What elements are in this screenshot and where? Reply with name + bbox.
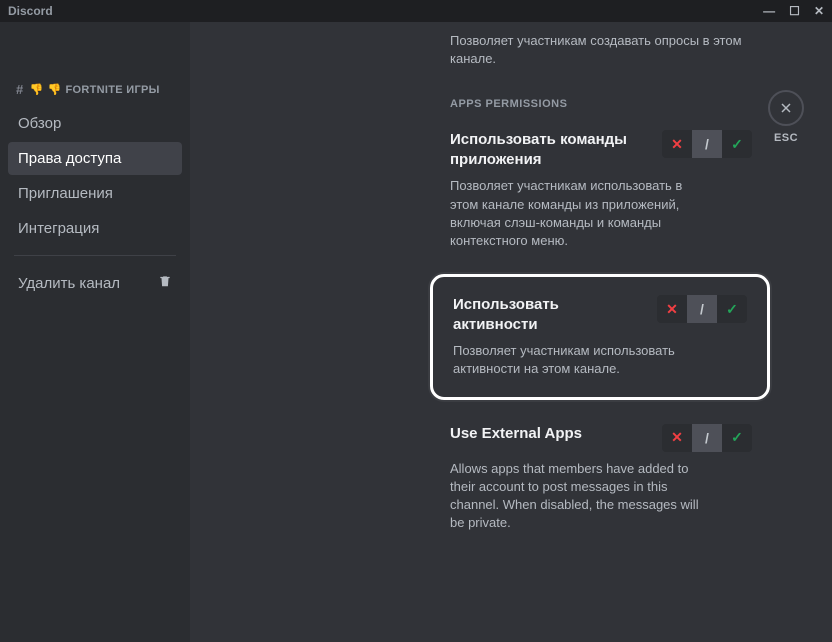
permission-toggle: ✕ / ✓ [657, 295, 747, 323]
permission-title: Use External Apps [450, 424, 582, 444]
previous-permission-desc: Позволяет участникам создавать опросы в … [450, 32, 752, 68]
sidebar-item-integrations[interactable]: Интеграция [8, 212, 182, 245]
permission-use-activities: Использовать активности ✕ / ✓ Позволяет … [430, 274, 770, 399]
channel-emoji-1: 👎 [30, 83, 44, 96]
permission-app-commands: Использовать команды приложения ✕ / ✓ По… [450, 130, 752, 250]
titlebar: Discord — ☐ ✕ [0, 0, 832, 22]
section-header-apps: APPS PERMISSIONS [450, 98, 752, 110]
permission-title: Использовать активности [453, 295, 641, 334]
trash-icon [158, 274, 172, 292]
settings-sidebar: # 👎 👎 FORTNITE ИГРЫ Обзор Права доступа … [0, 22, 190, 642]
channel-name: FORTNITE ИГРЫ [66, 84, 160, 96]
toggle-allow[interactable]: ✓ [717, 295, 747, 323]
toggle-allow[interactable]: ✓ [722, 424, 752, 452]
sidebar-item-label: Удалить канал [18, 275, 120, 292]
permission-desc: Позволяет участникам использовать в этом… [450, 177, 710, 250]
close-button[interactable]: ✕ [814, 4, 824, 18]
toggle-deny[interactable]: ✕ [662, 130, 692, 158]
sidebar-item-invites[interactable]: Приглашения [8, 177, 182, 210]
app-title: Discord [8, 4, 53, 18]
channel-emoji-2: 👎 [48, 83, 62, 96]
sidebar-item-label: Права доступа [18, 150, 121, 167]
toggle-allow[interactable]: ✓ [722, 130, 752, 158]
permission-desc: Allows apps that members have added to t… [450, 460, 710, 533]
sidebar-item-label: Приглашения [18, 185, 113, 202]
channel-header: # 👎 👎 FORTNITE ИГРЫ [8, 82, 182, 107]
minimize-button[interactable]: — [763, 4, 775, 18]
toggle-neutral[interactable]: / [687, 295, 717, 323]
main-panel: ESC Позволяет участникам создавать опрос… [190, 22, 832, 642]
channel-hash-icon: # [16, 82, 24, 97]
sidebar-item-label: Интеграция [18, 220, 99, 237]
toggle-neutral[interactable]: / [692, 130, 722, 158]
sidebar-item-overview[interactable]: Обзор [8, 107, 182, 140]
sidebar-divider [14, 255, 176, 256]
permission-title: Использовать команды приложения [450, 130, 646, 169]
permission-toggle: ✕ / ✓ [662, 424, 752, 452]
window-controls: — ☐ ✕ [763, 4, 824, 18]
permission-desc: Позволяет участникам использовать активн… [453, 342, 713, 378]
permission-toggle: ✕ / ✓ [662, 130, 752, 158]
toggle-deny[interactable]: ✕ [662, 424, 692, 452]
close-settings-button[interactable]: ESC [768, 90, 804, 144]
close-icon [768, 90, 804, 126]
sidebar-item-delete[interactable]: Удалить канал [8, 266, 182, 300]
permission-external-apps: Use External Apps ✕ / ✓ Allows apps that… [450, 424, 752, 533]
toggle-neutral[interactable]: / [692, 424, 722, 452]
esc-label: ESC [774, 132, 798, 144]
sidebar-item-permissions[interactable]: Права доступа [8, 142, 182, 175]
maximize-button[interactable]: ☐ [789, 4, 800, 18]
toggle-deny[interactable]: ✕ [657, 295, 687, 323]
sidebar-item-label: Обзор [18, 115, 61, 132]
